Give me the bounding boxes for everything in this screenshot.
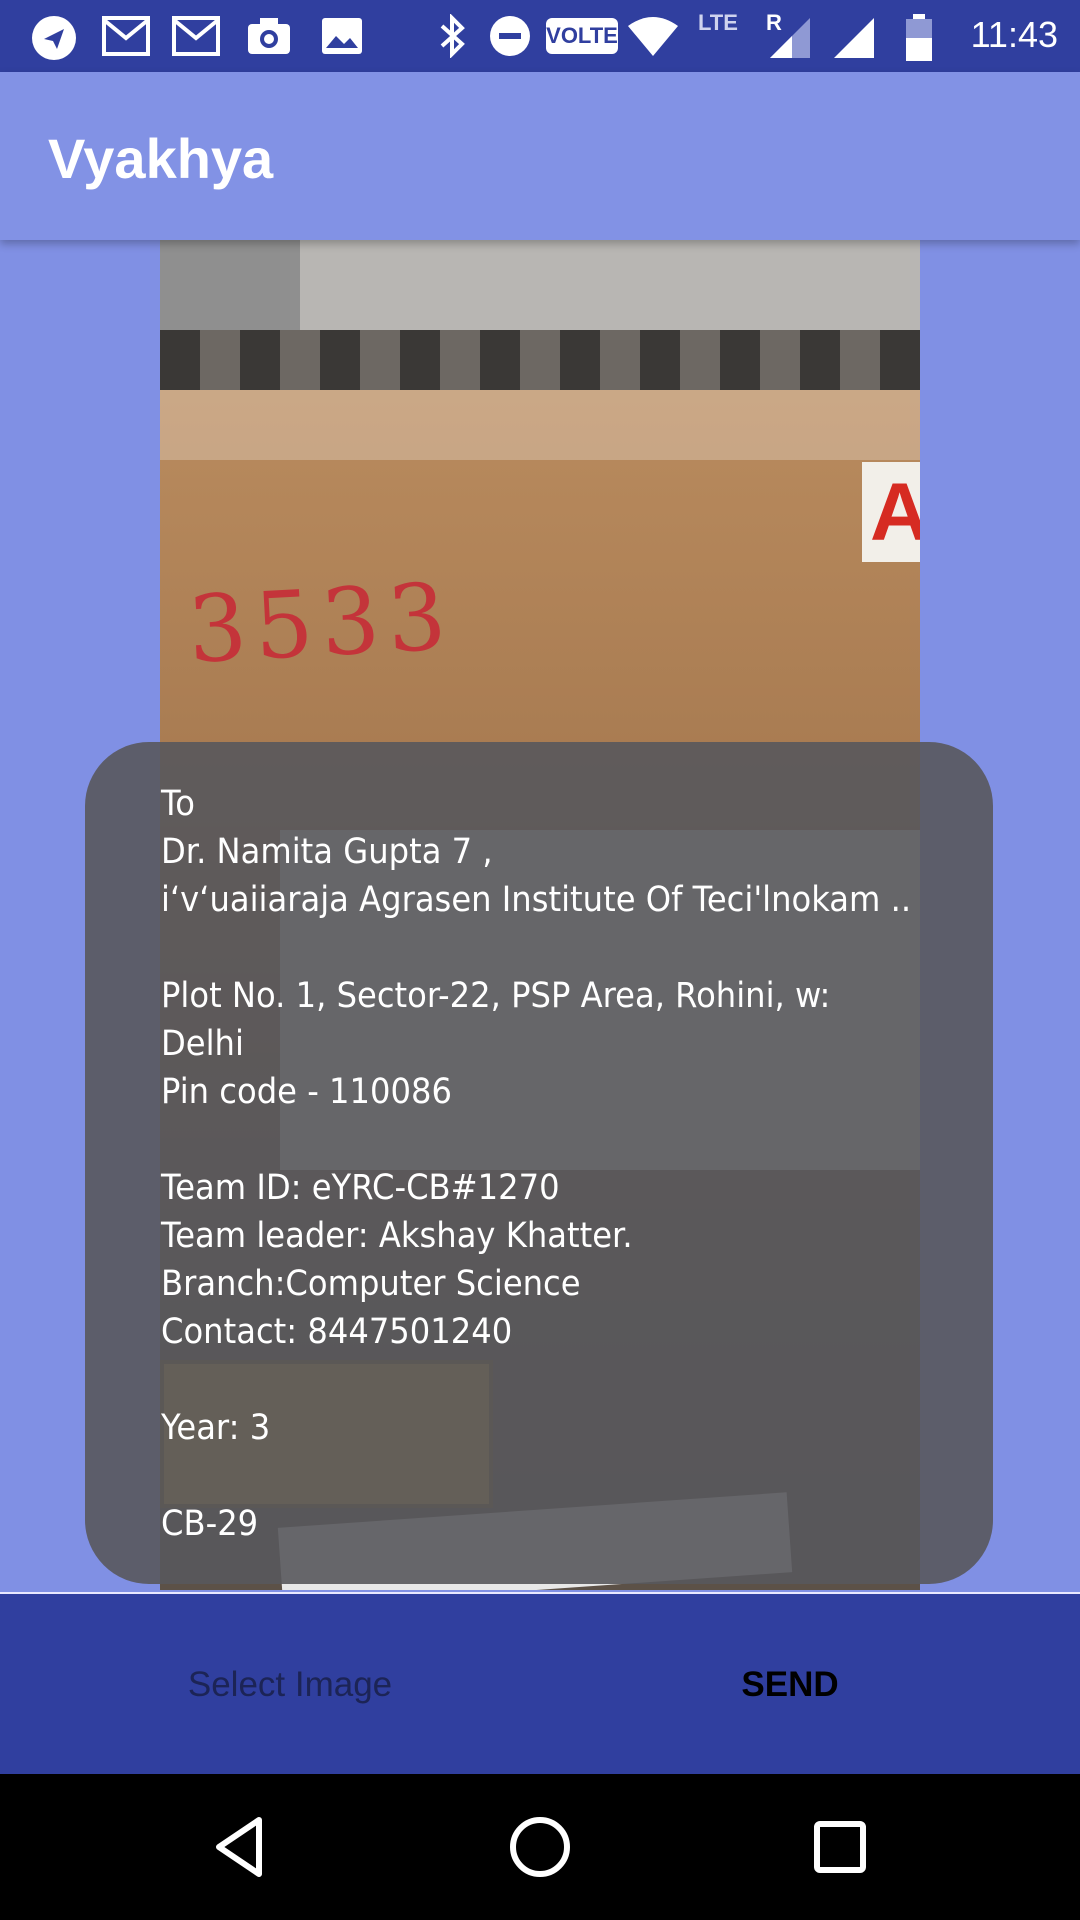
gmail-icon bbox=[172, 16, 220, 56]
telegram-icon bbox=[32, 16, 76, 60]
volte-icon: VOLTE bbox=[546, 18, 618, 54]
battery-icon bbox=[906, 14, 932, 61]
home-icon[interactable] bbox=[505, 1812, 575, 1882]
recents-icon[interactable] bbox=[805, 1812, 875, 1882]
lte-label: LTE bbox=[698, 10, 738, 35]
navigation-bar bbox=[0, 1774, 1080, 1920]
bottom-action-bar: Select Image SEND bbox=[0, 1592, 1080, 1776]
ocr-result-text: To Dr. Namita Gupta 7 , i‘v‘uaiiaraja Ag… bbox=[161, 784, 912, 1544]
select-image-button[interactable]: Select Image bbox=[100, 1644, 480, 1724]
send-button[interactable]: SEND bbox=[640, 1644, 940, 1724]
photo-tape bbox=[160, 390, 920, 460]
cell-signal-icon bbox=[834, 18, 874, 58]
app-bar: Vyakhya bbox=[0, 72, 1080, 240]
camera-icon bbox=[248, 18, 290, 54]
wifi-icon bbox=[628, 17, 678, 56]
status-time: 11:43 bbox=[970, 14, 1058, 55]
ocr-result-dialog: To Dr. Namita Gupta 7 , i‘v‘uaiiaraja Ag… bbox=[85, 742, 993, 1584]
image-icon bbox=[322, 18, 362, 54]
app-title: Vyakhya bbox=[48, 127, 274, 190]
photo-red-tag: A bbox=[862, 462, 920, 562]
status-bar: VOLTE LTE R 11:43 bbox=[0, 0, 1080, 72]
bluetooth-icon bbox=[440, 14, 465, 58]
photo-handwriting: 3533 bbox=[185, 563, 457, 684]
back-icon[interactable] bbox=[205, 1812, 275, 1882]
volte-label: VOLTE bbox=[546, 23, 618, 48]
gmail-icon bbox=[102, 16, 150, 56]
roaming-label: R bbox=[766, 10, 782, 35]
do-not-disturb-icon bbox=[490, 16, 530, 56]
